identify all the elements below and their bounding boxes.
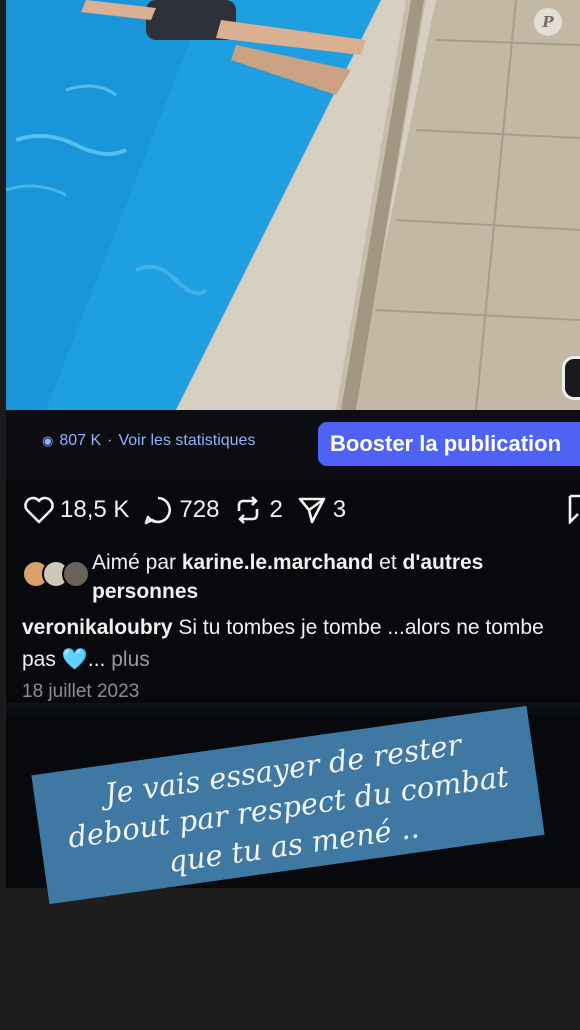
liked-by-middle: et bbox=[379, 551, 397, 574]
caption-more-link[interactable]: plus bbox=[111, 648, 150, 671]
light-blue-heart-emoji: 🩵 bbox=[61, 648, 88, 671]
repost-button[interactable]: 2 bbox=[233, 495, 283, 525]
share-count: 3 bbox=[332, 496, 347, 523]
eye-icon: ◉ bbox=[42, 433, 54, 448]
boost-post-button[interactable]: Booster la publication bbox=[318, 422, 580, 466]
stats-row: ◉ 807 K · Voir les statistiques Booster … bbox=[6, 410, 580, 480]
send-icon bbox=[298, 497, 326, 524]
share-button[interactable]: 3 bbox=[297, 496, 346, 524]
caption-username[interactable]: veronikaloubry bbox=[22, 616, 173, 639]
liked-by-user[interactable]: karine.le.marchand bbox=[182, 551, 373, 574]
liker-avatars bbox=[22, 560, 92, 588]
view-stats-link[interactable]: ◉ 807 K · Voir les statistiques bbox=[42, 432, 255, 450]
post-date: 18 juillet 2023 bbox=[22, 681, 140, 702]
scroll-handle[interactable] bbox=[562, 356, 580, 400]
avatar bbox=[62, 560, 90, 588]
view-count: 807 K bbox=[59, 432, 102, 449]
comment-count: 728 bbox=[179, 496, 220, 523]
bookmark-icon[interactable] bbox=[568, 494, 580, 524]
heart-icon bbox=[24, 496, 54, 524]
post-photo[interactable]: P bbox=[6, 0, 580, 410]
like-button[interactable]: 18,5 K bbox=[24, 496, 129, 524]
watermark-logo: P bbox=[534, 8, 562, 36]
like-count: 18,5 K bbox=[60, 496, 130, 523]
stats-link-label: Voir les statistiques bbox=[118, 432, 256, 449]
repost-count: 2 bbox=[269, 496, 283, 523]
liked-by-prefix: Aimé par bbox=[92, 551, 177, 574]
comment-button[interactable]: 728 bbox=[143, 495, 219, 525]
liked-by[interactable]: Aimé par karine.le.marchand et d'autres … bbox=[22, 548, 580, 606]
separator: · bbox=[107, 432, 113, 449]
bottom-band bbox=[0, 888, 580, 1030]
pool-scene bbox=[6, 0, 580, 410]
repost-icon bbox=[238, 496, 259, 524]
comment-icon bbox=[145, 496, 172, 525]
post-caption: veronikaloubry Si tu tombes je tombe ...… bbox=[22, 612, 580, 676]
caption-ellipsis: ... bbox=[87, 648, 106, 671]
action-bar: 18,5 K 728 2 3 bbox=[24, 490, 360, 530]
